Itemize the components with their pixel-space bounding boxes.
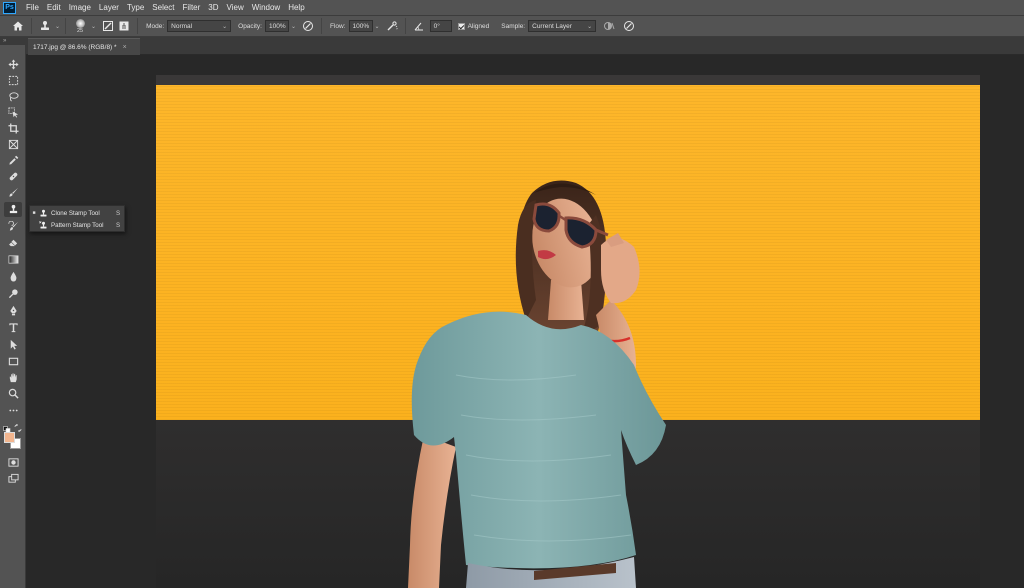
stamp-tool-flyout: ■ Clone Stamp Tool S Pattern Stamp Tool … xyxy=(29,205,125,232)
document-image[interactable] xyxy=(156,75,980,588)
chevron-down-icon[interactable]: ⌄ xyxy=(375,23,380,30)
tool-preset-clone-stamp-icon[interactable] xyxy=(37,18,53,34)
pattern-stamp-icon xyxy=(38,220,48,230)
divider xyxy=(321,18,323,34)
tools-panel xyxy=(0,45,26,588)
crop-icon[interactable] xyxy=(4,121,22,136)
divider xyxy=(137,18,139,34)
path-select-icon[interactable] xyxy=(4,337,22,352)
soft-brush-icon xyxy=(75,18,85,28)
photoshop-logo[interactable]: Ps xyxy=(3,1,16,14)
mode-value: Normal xyxy=(171,22,193,30)
menu-help[interactable]: Help xyxy=(284,3,308,12)
object-select-icon[interactable] xyxy=(4,105,22,120)
woman-photo xyxy=(408,180,666,588)
flyout-item-label: Pattern Stamp Tool xyxy=(51,221,104,229)
chevron-down-icon: ⌄ xyxy=(222,23,228,30)
swap-colors-icon[interactable] xyxy=(14,419,22,433)
rectangle-icon[interactable] xyxy=(4,354,22,369)
shortcut-key: S xyxy=(116,209,121,217)
screen-mode-icon[interactable] xyxy=(4,471,22,486)
selected-bullet-icon: ■ xyxy=(32,210,36,216)
frame-icon[interactable] xyxy=(4,137,22,152)
menu-type[interactable]: Type xyxy=(123,3,148,12)
more-icon[interactable] xyxy=(4,403,22,418)
menu-3d[interactable]: 3D xyxy=(204,3,222,12)
sample-label: Sample: xyxy=(501,22,526,30)
clone-stamp-icon[interactable] xyxy=(4,202,22,217)
canvas-area[interactable] xyxy=(26,55,1024,588)
angle-input[interactable]: 0° xyxy=(429,20,452,32)
flow-input[interactable]: 100% xyxy=(348,20,373,32)
chevron-down-icon[interactable]: ⌄ xyxy=(91,23,96,30)
quick-mask-icon[interactable] xyxy=(4,455,22,470)
pressure-opacity-icon[interactable] xyxy=(300,18,316,34)
pen-icon[interactable] xyxy=(4,303,22,318)
flyout-item-pattern-stamp[interactable]: Pattern Stamp Tool S xyxy=(30,219,126,231)
lasso-icon[interactable] xyxy=(4,89,22,104)
airbrush-icon[interactable] xyxy=(384,18,400,34)
mode-label: Mode: xyxy=(146,22,165,30)
flyout-item-label: Clone Stamp Tool xyxy=(51,209,100,217)
opacity-label: Opacity: xyxy=(238,22,262,30)
healing-brush-icon[interactable] xyxy=(4,169,22,184)
brush-icon[interactable] xyxy=(4,185,22,200)
divider xyxy=(404,18,406,34)
home-icon[interactable] xyxy=(10,18,26,34)
eyedropper-icon[interactable] xyxy=(4,153,22,168)
sample-value: Current Layer xyxy=(532,22,572,30)
foreground-color-swatch[interactable] xyxy=(4,432,15,443)
default-colors-icon[interactable] xyxy=(3,420,11,433)
pressure-size-icon[interactable] xyxy=(621,18,637,34)
ignore-adjustment-layers-icon[interactable] xyxy=(601,18,617,34)
move-icon[interactable] xyxy=(4,57,22,72)
clone-stamp-icon xyxy=(38,209,48,218)
divider xyxy=(65,18,67,34)
brush-preset-picker[interactable]: 25 xyxy=(71,18,89,34)
aligned-checkbox[interactable] xyxy=(457,22,465,30)
menu-layer[interactable]: Layer xyxy=(95,3,123,12)
chevron-down-icon[interactable]: ⌄ xyxy=(55,23,60,30)
flow-label: Flow: xyxy=(330,22,346,30)
options-bar: ⌄ 25 ⌄ Mode: Normal ⌄ Opacity: 100% ⌄ Flo… xyxy=(0,15,1024,37)
panel-collapse-button[interactable]: » xyxy=(0,37,26,45)
menu-select[interactable]: Select xyxy=(148,3,178,12)
document-tab[interactable]: 1717.jpg @ 86.6% (RGB/8) * × xyxy=(28,38,140,55)
aligned-toggle[interactable]: Aligned xyxy=(457,22,490,30)
eraser-icon[interactable] xyxy=(4,235,22,250)
divider xyxy=(31,18,32,34)
menu-window[interactable]: Window xyxy=(248,3,284,12)
shortcut-key: S xyxy=(116,221,121,229)
history-brush-icon[interactable] xyxy=(4,219,22,234)
menu-edit[interactable]: Edit xyxy=(43,3,65,12)
clone-source-panel-icon[interactable] xyxy=(116,18,132,34)
chevron-down-icon[interactable]: ⌄ xyxy=(291,23,296,30)
chevron-down-icon: ⌄ xyxy=(587,23,593,30)
menu-filter[interactable]: Filter xyxy=(179,3,205,12)
brush-settings-icon[interactable] xyxy=(100,18,116,34)
type-icon[interactable] xyxy=(4,320,22,335)
sample-select[interactable]: Current Layer ⌄ xyxy=(528,20,597,32)
mode-select[interactable]: Normal ⌄ xyxy=(167,20,232,32)
menu-bar: Ps File Edit Image Layer Type Select Fil… xyxy=(0,0,1024,15)
blur-icon[interactable] xyxy=(4,269,22,284)
angle-icon xyxy=(411,18,427,34)
document-tab-bar: 1717.jpg @ 86.6% (RGB/8) * × xyxy=(26,37,1024,55)
brush-size-label: 25 xyxy=(76,27,84,34)
marquee-icon[interactable] xyxy=(4,73,22,88)
gradient-icon[interactable] xyxy=(4,252,22,267)
dodge-icon[interactable] xyxy=(4,286,22,301)
flyout-item-clone-stamp[interactable]: ■ Clone Stamp Tool S xyxy=(30,207,126,219)
menu-file[interactable]: File xyxy=(22,3,43,12)
close-icon[interactable]: × xyxy=(123,44,127,51)
menu-image[interactable]: Image xyxy=(65,3,95,12)
zoom-icon[interactable] xyxy=(4,386,22,401)
opacity-input[interactable]: 100% xyxy=(264,20,289,32)
menu-view[interactable]: View xyxy=(223,3,248,12)
document-tab-title: 1717.jpg @ 86.6% (RGB/8) * xyxy=(33,43,117,51)
aligned-label: Aligned xyxy=(467,22,490,30)
hand-icon[interactable] xyxy=(4,370,22,385)
